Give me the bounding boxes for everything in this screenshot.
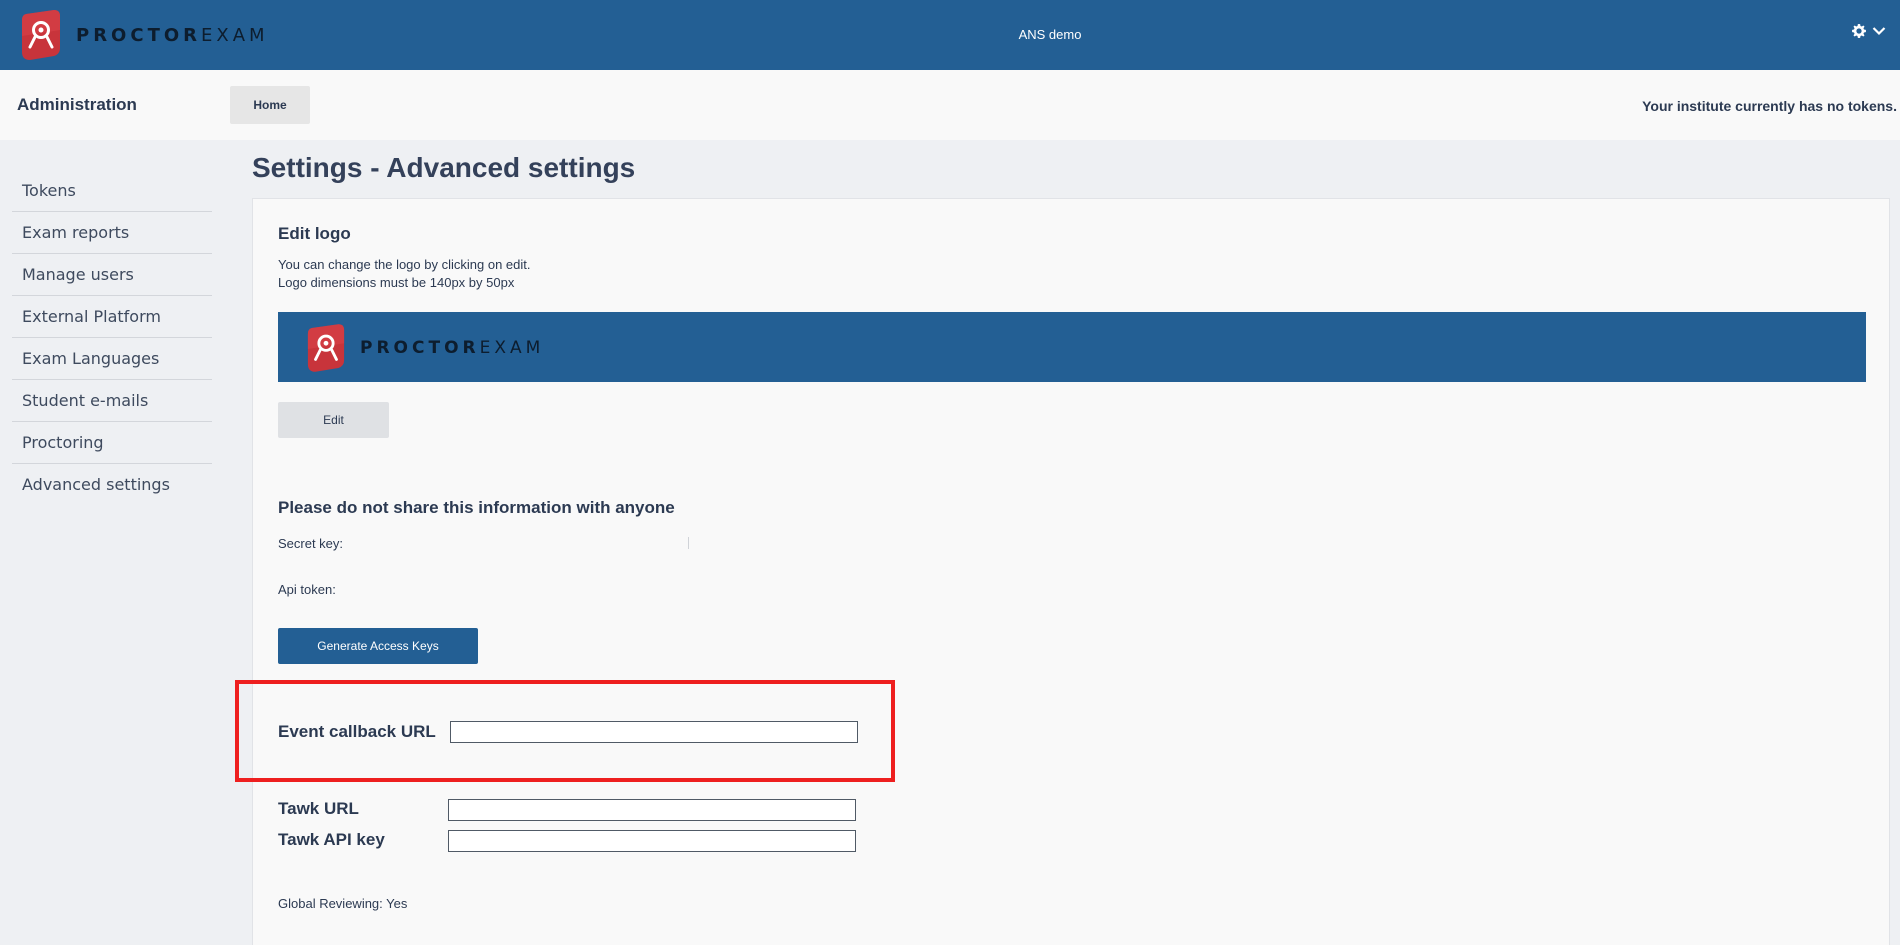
sidebar-item-proctoring[interactable]: Proctoring	[12, 422, 212, 464]
sidebar-nav: Tokens Exam reports Manage users Externa…	[12, 170, 212, 506]
gear-icon	[1852, 24, 1866, 38]
sidebar-item-tokens[interactable]: Tokens	[12, 170, 212, 212]
top-bar: PROCTOREXAM ANS demo	[0, 0, 1900, 70]
logo-preview-brand: PROCTOREXAM	[306, 323, 544, 373]
settings-menu[interactable]	[1852, 24, 1886, 38]
secret-key-divider	[688, 537, 689, 549]
secrets-heading: Please do not share this information wit…	[278, 498, 675, 517]
proctorexam-badge-icon	[22, 10, 60, 60]
global-reviewing-status: Global Reviewing: Yes	[278, 896, 408, 911]
sidebar-item-external-platform[interactable]: External Platform	[12, 296, 212, 338]
generate-access-keys-button[interactable]: Generate Access Keys	[278, 628, 478, 664]
api-token-label: Api token:	[278, 582, 336, 597]
sidebar-item-advanced-settings[interactable]: Advanced settings	[12, 464, 212, 506]
edit-logo-button[interactable]: Edit	[278, 402, 389, 438]
brand-logo[interactable]: PROCTOREXAM	[20, 10, 269, 60]
proctorexam-badge-icon	[307, 324, 345, 372]
institute-name: ANS demo	[1018, 27, 1082, 42]
tawk-api-key-label: Tawk API key	[278, 830, 385, 849]
edit-logo-heading: Edit logo	[278, 224, 351, 243]
tawk-url-label: Tawk URL	[278, 799, 359, 818]
event-callback-url-label: Event callback URL	[278, 722, 436, 741]
logo-preview: PROCTOREXAM	[278, 312, 1866, 382]
sidebar-item-exam-reports[interactable]: Exam reports	[12, 212, 212, 254]
token-status-message: Your institute currently has no tokens.	[1642, 98, 1897, 114]
tawk-url-input[interactable]	[448, 799, 856, 821]
logo-preview-name: PROCTOREXAM	[360, 338, 545, 358]
event-callback-url-input[interactable]	[450, 721, 858, 743]
edit-logo-instructions: You can change the logo by clicking on e…	[278, 257, 531, 272]
sub-header: Administration Home Your institute curre…	[0, 70, 1900, 140]
tawk-api-key-input[interactable]	[448, 830, 856, 852]
sidebar-item-student-emails[interactable]: Student e-mails	[12, 380, 212, 422]
secret-key-label: Secret key:	[278, 536, 344, 551]
sidebar-item-manage-users[interactable]: Manage users	[12, 254, 212, 296]
page-title: Settings - Advanced settings	[252, 152, 636, 183]
home-button[interactable]: Home	[230, 86, 310, 124]
chevron-down-icon	[1872, 27, 1886, 36]
administration-title: Administration	[17, 95, 137, 114]
sidebar-item-exam-languages[interactable]: Exam Languages	[12, 338, 212, 380]
brand-name: PROCTOREXAM	[76, 24, 269, 46]
logo-dimensions-text: Logo dimensions must be 140px by 50px	[278, 275, 515, 290]
